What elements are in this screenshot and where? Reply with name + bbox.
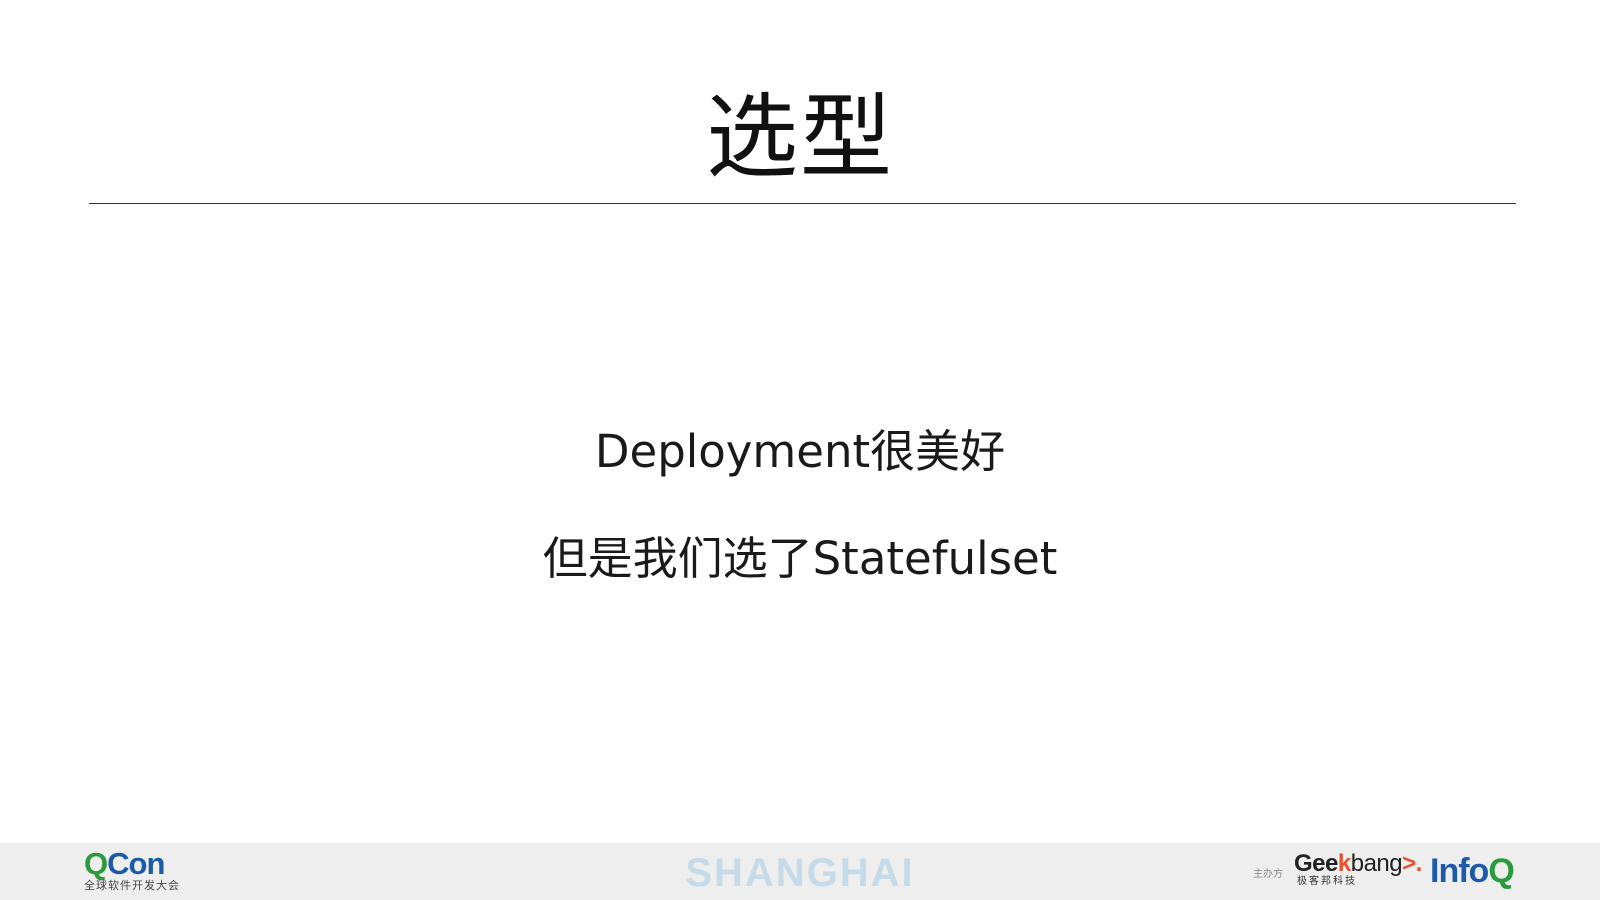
body-line-deployment: Deployment很美好: [594, 425, 1006, 478]
geekbang-geek: Gee: [1294, 850, 1338, 877]
footer-bar: QCon 全球软件开发大会 SHANGHAI 主办方 Geekbang>. 极客…: [0, 843, 1600, 900]
geekbang-k: k: [1337, 850, 1351, 877]
slide: 选型 Deployment很美好 但是我们选了Statefulset QCon …: [0, 0, 1600, 900]
geekbang-wordmark: Geekbang>.: [1294, 850, 1422, 877]
geekbang-tagline: 极客邦科技: [1297, 876, 1357, 887]
geekbang-logo: Geekbang>. 极客邦科技: [1294, 850, 1422, 892]
infoq-logo: InfoQ: [1430, 852, 1515, 890]
infoq-q-letter: Q: [1488, 852, 1514, 890]
geekbang-arrow-icon: >.: [1402, 850, 1422, 877]
slide-title: 选型: [705, 84, 894, 191]
sponsor-label: 主办方: [1253, 869, 1283, 880]
geekbang-bang: bang: [1350, 850, 1403, 877]
body-line-statefulset: 但是我们选了Statefulset: [542, 532, 1058, 585]
infoq-info: Info: [1430, 852, 1489, 890]
title-divider: [89, 203, 1516, 204]
